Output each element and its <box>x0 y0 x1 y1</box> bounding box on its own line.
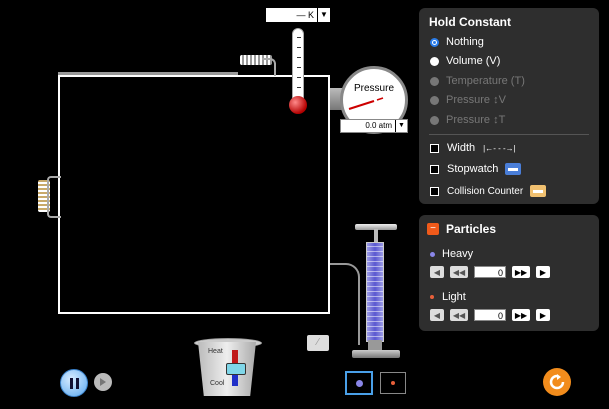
option-nothing[interactable]: Nothing <box>430 36 484 48</box>
checkbox-stopwatch[interactable]: Stopwatch <box>430 163 522 175</box>
heat-cool-slider-thumb[interactable] <box>226 363 246 375</box>
heavy-fast-decrement-button[interactable]: ◀◀ <box>450 266 468 278</box>
option-temperature: Temperature (T) <box>430 75 525 87</box>
pressure-value: 0.0 atm <box>341 120 395 132</box>
particles-collapse-button[interactable]: − <box>427 223 439 235</box>
light-dot-icon <box>430 295 434 299</box>
wall-handle-arm <box>47 176 61 218</box>
stopwatch-checkbox[interactable] <box>430 164 439 174</box>
cool-label: Cool <box>210 380 225 387</box>
heavy-particle-selector[interactable] <box>345 371 373 395</box>
heat-label: Heat <box>208 348 223 355</box>
option-pressure-t: Pressure ↕T <box>430 114 505 126</box>
light-decrement-button[interactable]: ◀ <box>430 309 444 321</box>
option-pressure-v: Pressure ↕V <box>430 94 506 106</box>
heavy-decrement-button[interactable]: ◀ <box>430 266 444 278</box>
particles-panel: − Particles Heavy ◀ ◀◀ 0 ▶▶ ▶ Light ◀ ◀◀… <box>419 215 599 331</box>
heavy-count[interactable]: 0 <box>474 266 506 278</box>
light-fast-decrement-button[interactable]: ◀◀ <box>450 309 468 321</box>
radio-temperature <box>430 76 439 86</box>
stopwatch-icon <box>505 163 522 175</box>
chamber-top-rail <box>58 72 238 75</box>
light-label-row: Light <box>430 291 466 303</box>
pressure-readout[interactable]: 0.0 atm ▼ <box>340 119 408 133</box>
temperature-value: — K <box>266 8 317 22</box>
pump-hose <box>330 263 360 345</box>
option-volume[interactable]: Volume (V) <box>430 55 500 67</box>
hold-constant-panel: Hold Constant Nothing Volume (V) Tempera… <box>419 8 599 204</box>
light-increment-button[interactable]: ▶ <box>536 309 550 321</box>
heavy-label-row: Heavy <box>430 248 473 260</box>
step-button[interactable] <box>94 373 112 391</box>
reset-button[interactable] <box>543 368 571 396</box>
light-particle-selector[interactable] <box>380 372 406 394</box>
particles-title: Particles <box>446 222 497 236</box>
width-ruler-icon: |←- - -→| <box>483 143 516 153</box>
light-count[interactable]: 0 <box>474 309 506 321</box>
step-icon <box>100 378 106 386</box>
thermometer-readout[interactable]: — K ▼ <box>266 8 330 22</box>
radio-nothing[interactable] <box>430 37 439 47</box>
temperature-unit-dropdown[interactable]: ▼ <box>317 8 330 22</box>
eraser-button[interactable]: ⁄ <box>307 335 329 351</box>
heat-cool-bucket: Heat Cool <box>194 338 262 398</box>
lid-handle-arm <box>262 58 276 76</box>
pause-button[interactable] <box>60 369 88 397</box>
pump-rod <box>374 229 378 243</box>
light-controls: ◀ ◀◀ 0 ▶▶ ▶ <box>430 309 550 321</box>
thermometer-tube <box>292 28 304 100</box>
checkbox-width[interactable]: Width |←- - -→| <box>430 142 516 154</box>
radio-pressure-t <box>430 115 439 125</box>
pump-base <box>352 350 400 358</box>
radio-volume[interactable] <box>430 56 439 66</box>
light-fast-increment-button[interactable]: ▶▶ <box>512 309 530 321</box>
heavy-particle-icon <box>355 379 363 387</box>
pump-cylinder <box>366 242 384 342</box>
panel-divider <box>429 134 589 135</box>
pause-icon <box>69 377 79 389</box>
hold-constant-title: Hold Constant <box>429 15 511 29</box>
thermometer-bulb-icon <box>289 96 307 114</box>
heavy-controls: ◀ ◀◀ 0 ▶▶ ▶ <box>430 266 550 278</box>
reset-icon <box>549 374 565 390</box>
radio-pressure-v <box>430 95 439 105</box>
chamber-box <box>58 75 330 314</box>
heavy-dot-icon <box>430 251 435 257</box>
width-checkbox[interactable] <box>430 143 439 153</box>
checkbox-collision-counter[interactable]: Collision Counter <box>430 185 547 197</box>
pressure-unit-dropdown[interactable]: ▼ <box>395 120 407 132</box>
collision-counter-checkbox[interactable] <box>430 186 439 196</box>
light-particle-icon <box>391 381 395 385</box>
collision-counter-icon <box>530 185 547 197</box>
heavy-fast-increment-button[interactable]: ▶▶ <box>512 266 530 278</box>
heavy-increment-button[interactable]: ▶ <box>536 266 550 278</box>
